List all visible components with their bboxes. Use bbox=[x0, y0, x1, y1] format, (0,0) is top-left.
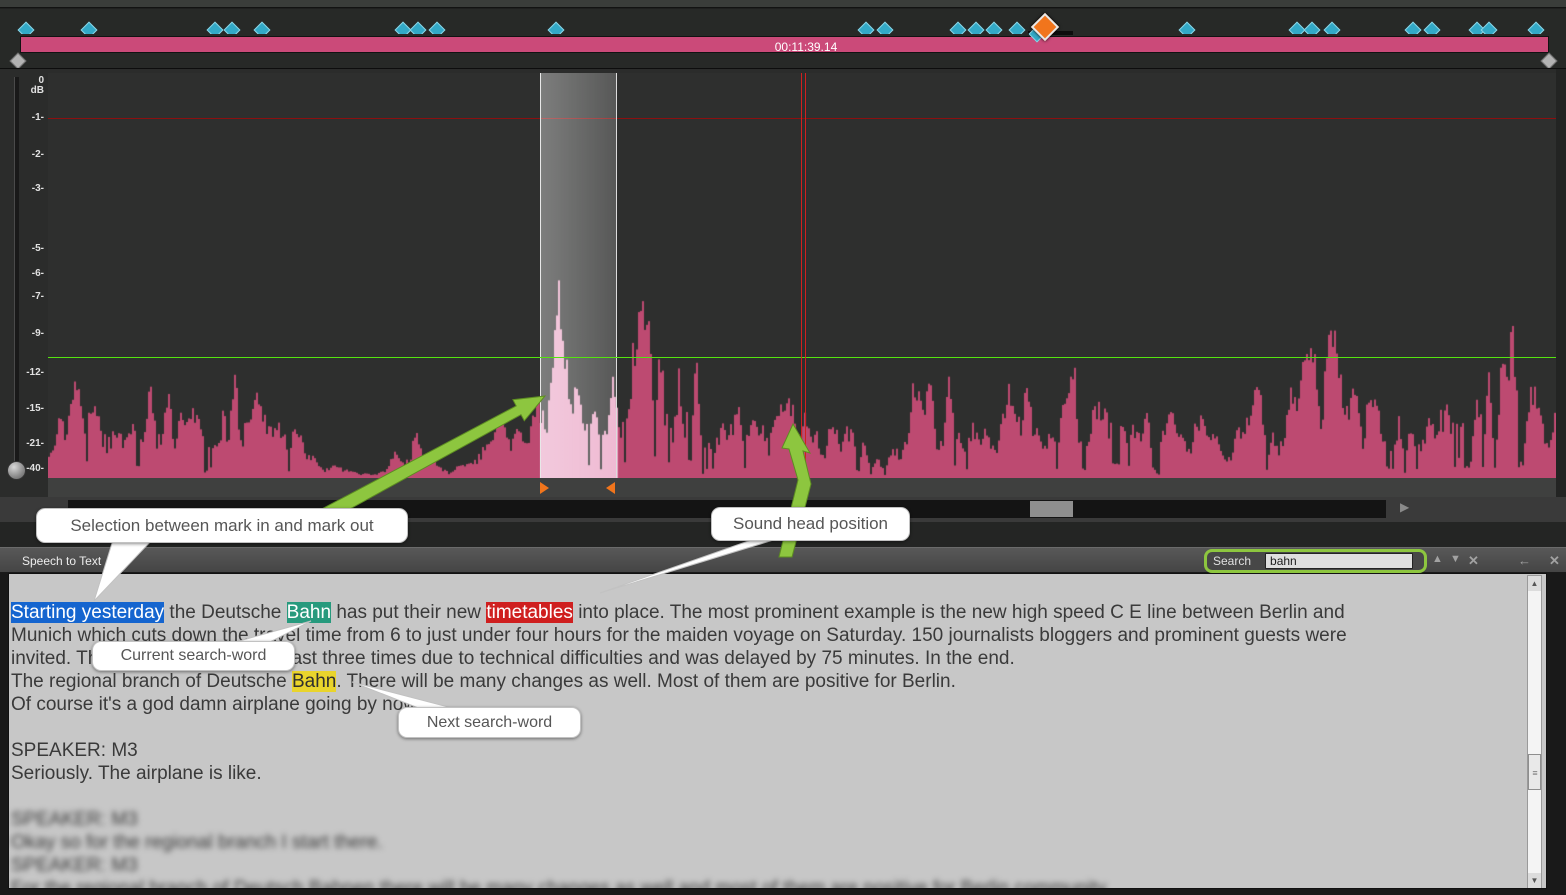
transcript-text: For the regional branch of Deutsch Bahne… bbox=[11, 878, 1110, 889]
range-end-handle[interactable] bbox=[1541, 53, 1558, 70]
h-scroll-right-icon[interactable]: ▶ bbox=[1400, 500, 1409, 514]
search-group: Search bbox=[1204, 549, 1427, 573]
transcript-text: SPEAKER: M3 bbox=[11, 740, 138, 761]
transcript-line[interactable]: Starting yesterday the Deutsche Bahn has… bbox=[11, 601, 1531, 624]
db-label: -2- bbox=[32, 149, 44, 160]
db-label: -12- bbox=[26, 367, 44, 378]
transcript-text: Okay so for the regional branch I start … bbox=[11, 832, 383, 853]
search-prev-button[interactable]: ▲ bbox=[1432, 553, 1443, 565]
scroll-down-icon[interactable]: ▼ bbox=[1528, 873, 1541, 888]
transcript-line[interactable]: SPEAKER: M3 bbox=[11, 739, 1531, 762]
current-search-hit[interactable]: Bahn bbox=[287, 602, 331, 623]
db-label: -6- bbox=[32, 268, 44, 279]
db-label: -21- bbox=[26, 438, 44, 449]
v-scrollbar-thumb[interactable]: ≡ bbox=[1528, 754, 1541, 790]
callout-current-search: Current search-word bbox=[92, 641, 295, 671]
transcript-line[interactable]: The regional branch of Deutsche Bahn. Th… bbox=[11, 670, 1531, 693]
in-out-marker-strip[interactable] bbox=[48, 478, 1556, 498]
transcript-line[interactable] bbox=[11, 716, 1531, 739]
playhead-line[interactable] bbox=[801, 73, 802, 498]
panel-right-edge bbox=[1556, 69, 1566, 498]
transcript-text: has put their new bbox=[331, 602, 486, 623]
speech-to-text-header: Speech to Text Search ▲ ▼ ✕ ← ✕ bbox=[0, 547, 1566, 573]
search-hit[interactable]: timetables bbox=[486, 602, 573, 623]
next-search-hit[interactable]: Bahn bbox=[292, 671, 336, 692]
transcript-text: into place. The most prominent example i… bbox=[573, 602, 1345, 623]
marker-row[interactable] bbox=[0, 9, 1566, 34]
search-next-button[interactable]: ▼ bbox=[1450, 553, 1461, 565]
transcript-line[interactable]: SPEAKER: M3 bbox=[11, 808, 1531, 831]
transcript-line[interactable]: Of course it's a god damn airplane going… bbox=[11, 693, 1531, 716]
panel-back-button[interactable]: ← bbox=[1518, 553, 1531, 568]
mark-in-icon[interactable] bbox=[540, 482, 549, 494]
window-top-strip bbox=[0, 0, 1566, 8]
threshold-level-line bbox=[48, 357, 1556, 358]
transcript-line[interactable]: Seriously. The airplane is like. bbox=[11, 762, 1531, 785]
time-position-label: 00:11:39.14 bbox=[711, 40, 901, 54]
clip-level-line bbox=[48, 118, 1556, 119]
transcript-line[interactable]: SPEAKER: M3 bbox=[11, 854, 1531, 877]
db-label: -9- bbox=[32, 328, 44, 339]
waveform-plot[interactable] bbox=[48, 73, 1556, 478]
transcript-text: The regional branch of Deutsche bbox=[11, 671, 292, 692]
db-label: -5- bbox=[32, 243, 44, 254]
search-close-button[interactable]: ✕ bbox=[1468, 553, 1479, 569]
search-input[interactable] bbox=[1265, 553, 1413, 569]
search-label: Search bbox=[1213, 554, 1251, 568]
callout-selection: Selection between mark in and mark out bbox=[36, 508, 408, 543]
audio-editor-window: 00:11:39.14 0dB-1--2--3--5--6--7--9--12-… bbox=[0, 0, 1566, 895]
transcript-scrollbar[interactable]: ▲ ≡ ▼ bbox=[1527, 575, 1542, 889]
transcript-text: Of course it's a god damn airplane going… bbox=[11, 694, 421, 715]
db-scale: 0dB-1--2--3--5--6--7--9--12--15--21--40- bbox=[0, 69, 46, 498]
selection-region[interactable] bbox=[540, 73, 617, 478]
transcript-area[interactable]: Starting yesterday the Deutsche Bahn has… bbox=[8, 573, 1547, 889]
transcript-line[interactable]: Okay so for the regional branch I start … bbox=[11, 831, 1531, 854]
transcript-text: SPEAKER: M3 bbox=[11, 855, 138, 876]
speech-to-text-body: Starting yesterday the Deutsche Bahn has… bbox=[0, 573, 1566, 895]
selection-highlight[interactable]: Starting yesterday bbox=[11, 602, 164, 623]
h-scrollbar-thumb[interactable] bbox=[1030, 501, 1073, 517]
transcript-line[interactable] bbox=[11, 785, 1531, 808]
panel-close-button[interactable]: ✕ bbox=[1549, 553, 1560, 569]
panel-title: Speech to Text bbox=[22, 554, 101, 568]
waveform-canvas[interactable] bbox=[48, 73, 1556, 478]
overview-range-bar[interactable]: 00:11:39.14 bbox=[20, 36, 1549, 53]
callout-soundhead: Sound head position bbox=[711, 507, 910, 541]
transcript-text: . There will be many changes as well. Mo… bbox=[336, 671, 956, 692]
db-label: -7- bbox=[32, 291, 44, 302]
callout-next-search: Next search-word bbox=[398, 707, 581, 738]
overview-range-row: 00:11:39.14 bbox=[0, 34, 1566, 68]
db-label: -1- bbox=[32, 112, 44, 123]
transcript-text: SPEAKER: M3 bbox=[11, 809, 138, 830]
waveform-panel: 0dB-1--2--3--5--6--7--9--12--15--21--40- bbox=[0, 68, 1566, 497]
transcript-text: Seriously. The airplane is like. bbox=[11, 763, 262, 784]
db-label: -40- bbox=[26, 463, 44, 474]
db-label: -15- bbox=[26, 403, 44, 414]
range-start-handle[interactable] bbox=[10, 53, 27, 70]
transcript-text: the Deutsche bbox=[164, 602, 287, 623]
mark-out-icon[interactable] bbox=[606, 482, 615, 494]
db-label: dB bbox=[31, 85, 44, 96]
playhead-line[interactable] bbox=[805, 73, 806, 498]
transcript-line[interactable]: For the regional branch of Deutsch Bahne… bbox=[11, 877, 1531, 889]
db-label: -3- bbox=[32, 183, 44, 194]
scroll-up-icon[interactable]: ▲ bbox=[1528, 576, 1541, 591]
